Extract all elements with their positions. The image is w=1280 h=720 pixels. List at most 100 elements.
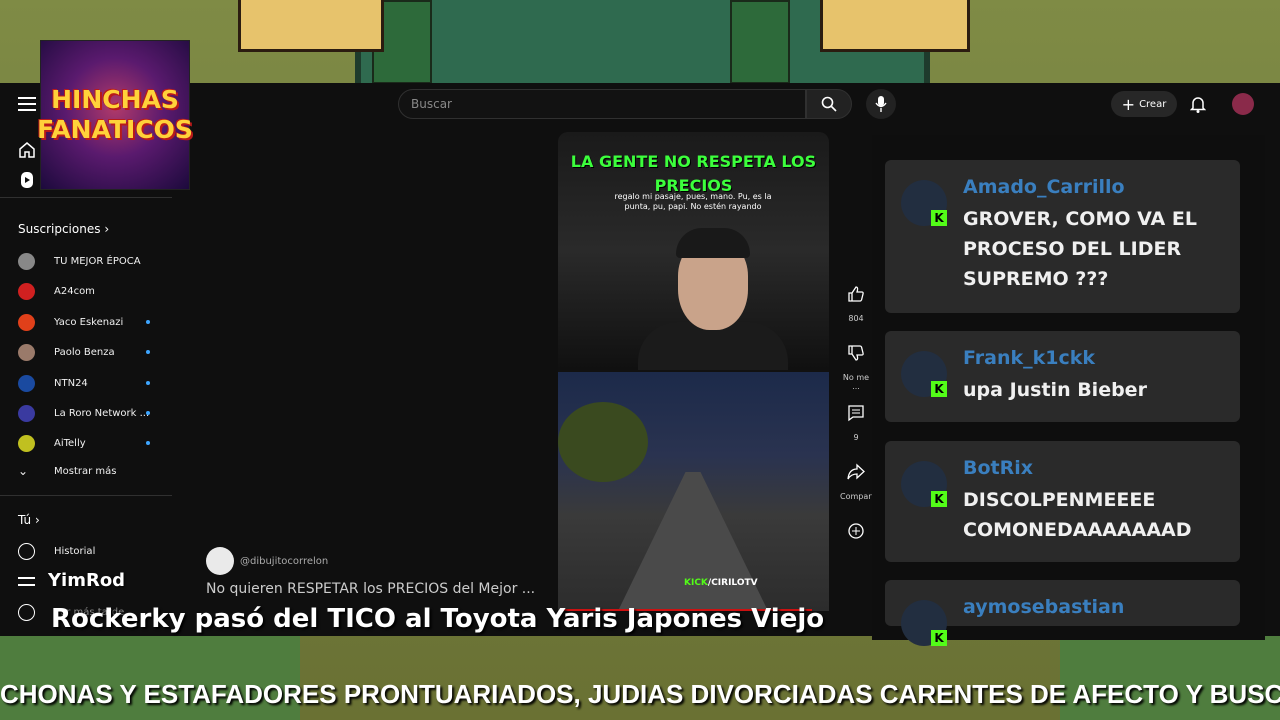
clock-icon: [18, 603, 35, 621]
stream-title: Rockerky pasó del TICO al Toyota Yaris J…: [51, 604, 825, 634]
new-content-dot: [146, 350, 150, 354]
subscription-item[interactable]: A24com: [18, 281, 95, 301]
news-ticker: CHONAS Y ESTAFADORES PRONTUARIADOS, JUDI…: [0, 679, 1280, 709]
subscription-item[interactable]: TU MEJOR ÉPOCA: [18, 251, 141, 271]
subscription-label: TU MEJOR ÉPOCA: [54, 255, 141, 267]
hinchas-fanaticos-logo: HINCHAS FANATICOS: [37, 40, 193, 190]
create-button[interactable]: + Crear: [1111, 91, 1177, 117]
channel-avatar: [18, 252, 35, 270]
kick-badge-icon: K: [931, 381, 947, 397]
new-content-dot: [146, 441, 150, 445]
video-watermark: KICK/CIRILOTV: [684, 578, 758, 588]
chat-text: upa Justin Bieber: [963, 379, 1147, 401]
video-title[interactable]: No quieren RESPETAR los PRECIOS del Mejo…: [206, 581, 546, 597]
kick-badge-icon: K: [931, 491, 947, 507]
create-label: Crear: [1139, 98, 1167, 110]
logo-line-1: HINCHAS: [51, 85, 179, 114]
channel-handle[interactable]: @dibujitocorrelon: [240, 556, 328, 567]
comment-icon: [842, 399, 870, 427]
watermark-prefix: KICK: [684, 578, 708, 588]
chat-message: K Amado_Carrillo GROVER, COMO VA EL PROCES…: [885, 160, 1240, 313]
subscription-item[interactable]: Yaco Eskenazi: [18, 312, 150, 332]
comments-button[interactable]: 9: [840, 399, 872, 442]
subscription-item[interactable]: NTN24: [18, 373, 150, 393]
chat-username: aymosebastian: [963, 596, 1125, 618]
history-item[interactable]: Historial: [18, 541, 95, 561]
remix-button[interactable]: [840, 517, 872, 551]
share-button[interactable]: Compartir: [840, 458, 881, 501]
watermark-suffix: /CIRILOTV: [707, 578, 758, 588]
chat-text: DISCOLPENMEEEE COMONEDAAAAAAAD: [963, 489, 1192, 541]
chevron-down-icon: ⌄: [18, 464, 29, 478]
kick-badge-icon: K: [931, 630, 947, 646]
channel-avatar: [18, 374, 35, 392]
account-avatar[interactable]: [1232, 93, 1254, 115]
notifications-icon[interactable]: [1189, 95, 1207, 117]
chat-message: K BotRix DISCOLPENMEEEE COMONEDAAAAAAAD: [885, 441, 1240, 562]
channel-avatar: [18, 404, 35, 422]
new-content-dot: [146, 381, 150, 385]
shorts-icon[interactable]: [18, 171, 36, 193]
short-video-player[interactable]: LA GENTE NO RESPETA LOS PRECIOS regalo m…: [558, 132, 829, 611]
chat-username: Frank_k1ckk: [963, 347, 1096, 369]
street-trees: [558, 402, 648, 482]
menu-icon[interactable]: [18, 97, 36, 111]
channel-avatar[interactable]: [206, 547, 234, 575]
kick-badge-icon: K: [931, 210, 947, 226]
dislike-button[interactable]: No me ...: [840, 339, 872, 391]
channel-avatar: [18, 282, 35, 300]
playlist-icon: [18, 576, 35, 586]
you-label: Tú: [18, 513, 32, 527]
comment-count: 9: [853, 433, 859, 442]
channel-avatar: [18, 343, 35, 361]
subscription-item[interactable]: La Roro Network ...: [18, 403, 150, 423]
search-icon: [821, 96, 837, 112]
chat-username: Amado_Carrillo: [963, 176, 1125, 198]
search-input[interactable]: Buscar: [398, 89, 806, 119]
new-content-dot: [146, 411, 150, 415]
plus-icon: +: [1121, 94, 1136, 114]
share-label: Compartir: [840, 492, 881, 501]
dislike-label: No me ...: [842, 373, 870, 391]
video-bottom-half: [558, 372, 829, 611]
microphone-icon: [875, 96, 887, 112]
chat-avatar: K: [901, 600, 947, 646]
street-road: [618, 472, 768, 611]
right-curtain: [730, 0, 790, 84]
channel-avatar: [18, 434, 35, 452]
chat-text: GROVER, COMO VA EL PROCESO DEL LIDER SUP…: [963, 208, 1197, 290]
chat-message: K Frank_k1ckkupa Justin Bieber: [885, 331, 1240, 422]
channel-info[interactable]: @dibujitocorrelon: [206, 547, 328, 575]
subscription-item[interactable]: Paolo Benza: [18, 342, 150, 362]
subscription-label: Yaco Eskenazi: [54, 316, 124, 328]
video-top-half: LA GENTE NO RESPETA LOS PRECIOS regalo m…: [558, 132, 829, 370]
chevron-right-icon: ›: [104, 222, 110, 236]
new-content-dot: [146, 320, 150, 324]
subscriptions-label: Suscripciones: [18, 222, 101, 236]
thumbs-up-icon: [842, 280, 870, 308]
person-cap: [676, 228, 750, 258]
subscription-label: Paolo Benza: [54, 346, 115, 358]
show-more-label: Mostrar más: [54, 465, 117, 477]
like-button[interactable]: 804: [840, 280, 872, 323]
left-lamp: [238, 0, 384, 52]
remix-icon: [842, 517, 870, 545]
voice-search-button[interactable]: [866, 89, 896, 119]
subscription-label: AiTelly: [54, 437, 86, 449]
subscriptions-header[interactable]: Suscripciones ›: [18, 222, 109, 236]
chat-message: Kaymosebastian: [885, 580, 1240, 646]
subscription-label: NTN24: [54, 377, 88, 389]
right-lamp: [820, 0, 970, 52]
home-icon[interactable]: [18, 141, 36, 163]
search-button[interactable]: [806, 89, 852, 119]
subscription-label: La Roro Network ...: [54, 407, 150, 419]
logo-line-2: FANATICOS: [37, 115, 193, 144]
chat-username: BotRix: [963, 457, 1034, 479]
chat-avatar: K: [901, 180, 947, 226]
chat-avatar: K: [901, 461, 947, 507]
history-icon: [18, 542, 35, 560]
show-more-button[interactable]: ⌄ Mostrar más: [18, 461, 117, 481]
thumbs-down-icon: [842, 339, 870, 367]
subscription-item[interactable]: AiTelly: [18, 433, 150, 453]
you-header[interactable]: Tú ›: [18, 513, 40, 527]
